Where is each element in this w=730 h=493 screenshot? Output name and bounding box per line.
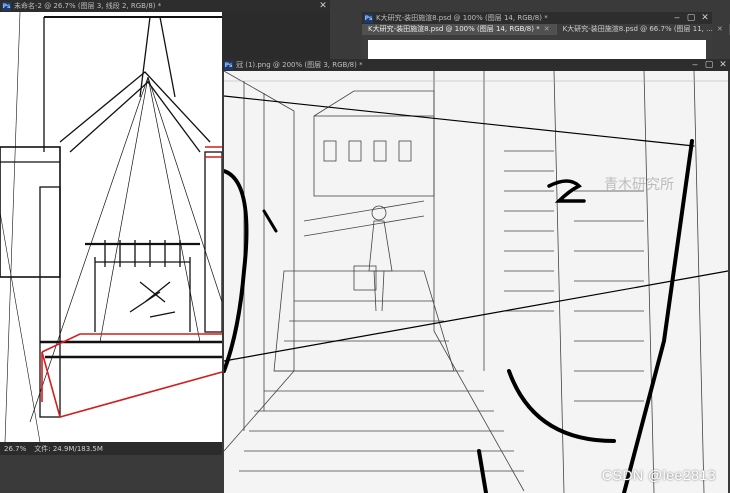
- close-icon[interactable]: ✕: [717, 24, 723, 35]
- minimize-icon[interactable]: ‒: [688, 59, 702, 71]
- right-window-titlebar[interactable]: Ps K大研究-装田施渲8.psd @ 100% (图层 14, RGB/8) …: [362, 12, 712, 24]
- document-size: 文件: 24.9M/183.5M: [34, 445, 103, 453]
- front-window-titlebar[interactable]: Ps 冠 (1).png @ 200% (图层 3, RGB/8) * ‒ ▢ …: [222, 59, 730, 71]
- ghost-watermark-text: 青木研究所: [604, 177, 674, 193]
- right-document-window[interactable]: Ps K大研究-装田施渲8.psd @ 100% (图层 14, RGB/8) …: [362, 12, 730, 62]
- maximize-icon[interactable]: ▢: [702, 59, 716, 71]
- front-document-window[interactable]: Ps 冠 (1).png @ 200% (图层 3, RGB/8) * ‒ ▢ …: [222, 59, 730, 493]
- front-window-title: 冠 (1).png @ 200% (图层 3, RGB/8) *: [236, 61, 363, 69]
- photoshop-icon: Ps: [224, 60, 233, 70]
- minimize-icon[interactable]: ‒: [670, 12, 684, 24]
- zoom-level[interactable]: 26.7%: [4, 445, 26, 453]
- close-icon[interactable]: ✕: [716, 59, 730, 71]
- close-icon[interactable]: ✕: [316, 0, 330, 12]
- right-window-tabs: K大研究-装田施渲8.psd @ 100% (图层 14, RGB/8) * ✕…: [362, 24, 730, 35]
- right-window-title: K大研究-装田施渲8.psd @ 100% (图层 14, RGB/8) *: [376, 14, 548, 22]
- tab-document-2[interactable]: K大研究-装田施渲8.psd @ 66.7% (图层 11, ... ✕: [557, 24, 730, 35]
- csdn-watermark: CSDN @lee2813: [601, 467, 716, 483]
- perspective-sketch: [0, 12, 222, 442]
- photoshop-icon: Ps: [364, 13, 373, 23]
- photoshop-icon: Ps: [2, 1, 11, 11]
- left-window-titlebar[interactable]: Ps 未命名-2 @ 26.7% (图层 3, 线段 2, RGB/8) * ✕: [0, 0, 330, 12]
- left-sketch-canvas[interactable]: [0, 12, 222, 442]
- front-illustration-canvas[interactable]: 青木研究所: [224, 71, 728, 493]
- tab-document-1[interactable]: K大研究-装田施渲8.psd @ 100% (图层 14, RGB/8) * ✕: [362, 24, 557, 35]
- left-window-title: 未命名-2 @ 26.7% (图层 3, 线段 2, RGB/8) *: [14, 2, 162, 10]
- close-icon[interactable]: ✕: [544, 24, 550, 35]
- close-icon[interactable]: ✕: [698, 12, 712, 24]
- alley-illustration: [224, 71, 728, 493]
- maximize-icon[interactable]: ▢: [684, 12, 698, 24]
